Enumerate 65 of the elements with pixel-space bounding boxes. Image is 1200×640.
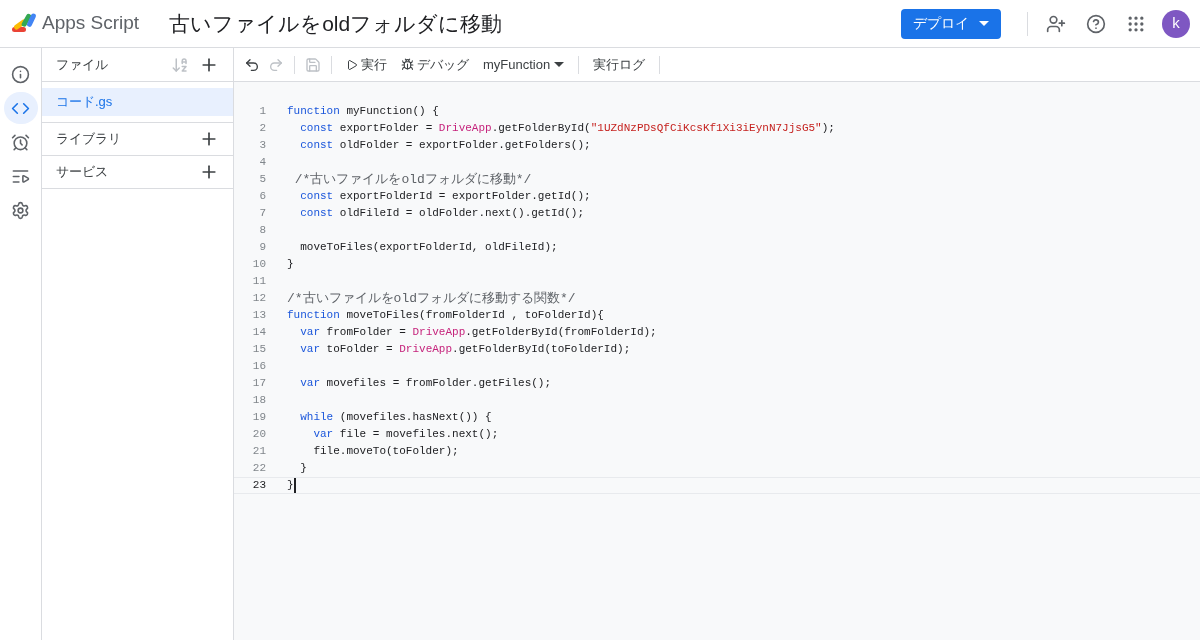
line-number: 17 xyxy=(251,376,266,392)
code-line: const exportFolder = DriveApp.getFolderById("1UZdNzPDsQfCiKcsKf1Xi3iEynN7JjsG5"); xyxy=(299,121,835,137)
code-line: moveToFiles(exportFolderId, oldFileId); xyxy=(299,240,558,256)
code-line: /*古いファイルをoldフォルダに移動する関数*/ xyxy=(287,289,576,308)
app-name: Apps Script xyxy=(42,11,140,36)
share-person-icon[interactable] xyxy=(1046,13,1066,34)
line-number: 12 xyxy=(251,291,266,307)
code-line: var toFolder = DriveApp.getFolderById(toFolderId); xyxy=(299,342,631,358)
code-line: const exportFolderId = exportFolder.getId(); xyxy=(299,189,591,205)
line-number: 8 xyxy=(258,223,266,239)
line-number: 20 xyxy=(251,427,266,443)
file-item[interactable]: コード.gs xyxy=(42,88,233,116)
rail-item[interactable] xyxy=(3,92,38,124)
line-number: 10 xyxy=(251,257,266,273)
run-button[interactable]: 実行 xyxy=(342,54,391,75)
play-icon xyxy=(346,58,358,71)
deploy-button[interactable]: デプロイ xyxy=(901,8,1001,39)
line-number: 14 xyxy=(251,325,266,341)
caret-icon xyxy=(979,21,989,26)
text-cursor xyxy=(293,478,296,493)
code-line: function moveToFiles(fromFolderId , toFolderId){ xyxy=(287,308,604,324)
line-number: 21 xyxy=(251,444,266,460)
line-number: 22 xyxy=(251,461,266,477)
code-line: const oldFolder = exportFolder.getFolders(); xyxy=(299,138,591,154)
code-line: } xyxy=(299,461,307,477)
files-heading: ファイル xyxy=(56,55,109,74)
line-number: 4 xyxy=(258,155,266,171)
line-number: 19 xyxy=(251,410,266,426)
code-line: const oldFileId = oldFolder.next().getId(); xyxy=(299,206,585,222)
code-line: file.moveTo(toFolder); xyxy=(312,444,459,460)
line-number: 18 xyxy=(251,393,266,409)
debug-icon xyxy=(401,58,414,71)
code-line: } xyxy=(287,478,294,494)
caret-icon xyxy=(554,62,565,67)
settings-icon xyxy=(11,200,30,220)
debug-button[interactable]: デバッグ xyxy=(397,54,473,75)
line-number: 5 xyxy=(258,172,266,188)
execution-log-button[interactable]: 実行ログ xyxy=(589,54,650,75)
help-icon[interactable] xyxy=(1086,13,1106,34)
undo-icon[interactable] xyxy=(244,56,260,73)
function-select[interactable]: myFunction xyxy=(479,54,569,75)
line-number: 23 xyxy=(251,478,266,494)
code-line: while (movefiles.hasNext()) { xyxy=(299,410,492,426)
line-number: 15 xyxy=(251,342,266,358)
code-line: var file = movefiles.next(); xyxy=(312,427,499,443)
info-icon xyxy=(11,64,30,84)
code-line: var movefiles = fromFolder.getFiles(); xyxy=(299,376,552,392)
code-line: var fromFolder = DriveApp.getFolderById(fromFolderId); xyxy=(299,325,657,341)
section-heading: サービス xyxy=(56,163,109,182)
avatar[interactable]: k xyxy=(1162,9,1190,38)
code-line: /*古いファイルをoldフォルダに移動*/ xyxy=(293,170,532,189)
line-number: 6 xyxy=(258,189,266,205)
project-title[interactable]: 古いファイルをoldフォルダに移動 xyxy=(169,7,503,40)
line-number: 13 xyxy=(251,308,266,324)
section-heading: ライブラリ xyxy=(56,130,122,149)
line-number: 7 xyxy=(258,206,266,222)
line-number: 3 xyxy=(258,138,266,154)
line-number: 9 xyxy=(258,240,266,256)
line-number: 1 xyxy=(258,104,266,120)
line-number: 11 xyxy=(251,274,266,290)
code-line: function myFunction() { xyxy=(287,104,439,120)
alarm-clock-icon xyxy=(11,132,30,152)
line-number: 16 xyxy=(251,359,266,375)
line-number: 2 xyxy=(258,121,266,137)
code-line: } xyxy=(287,257,294,273)
